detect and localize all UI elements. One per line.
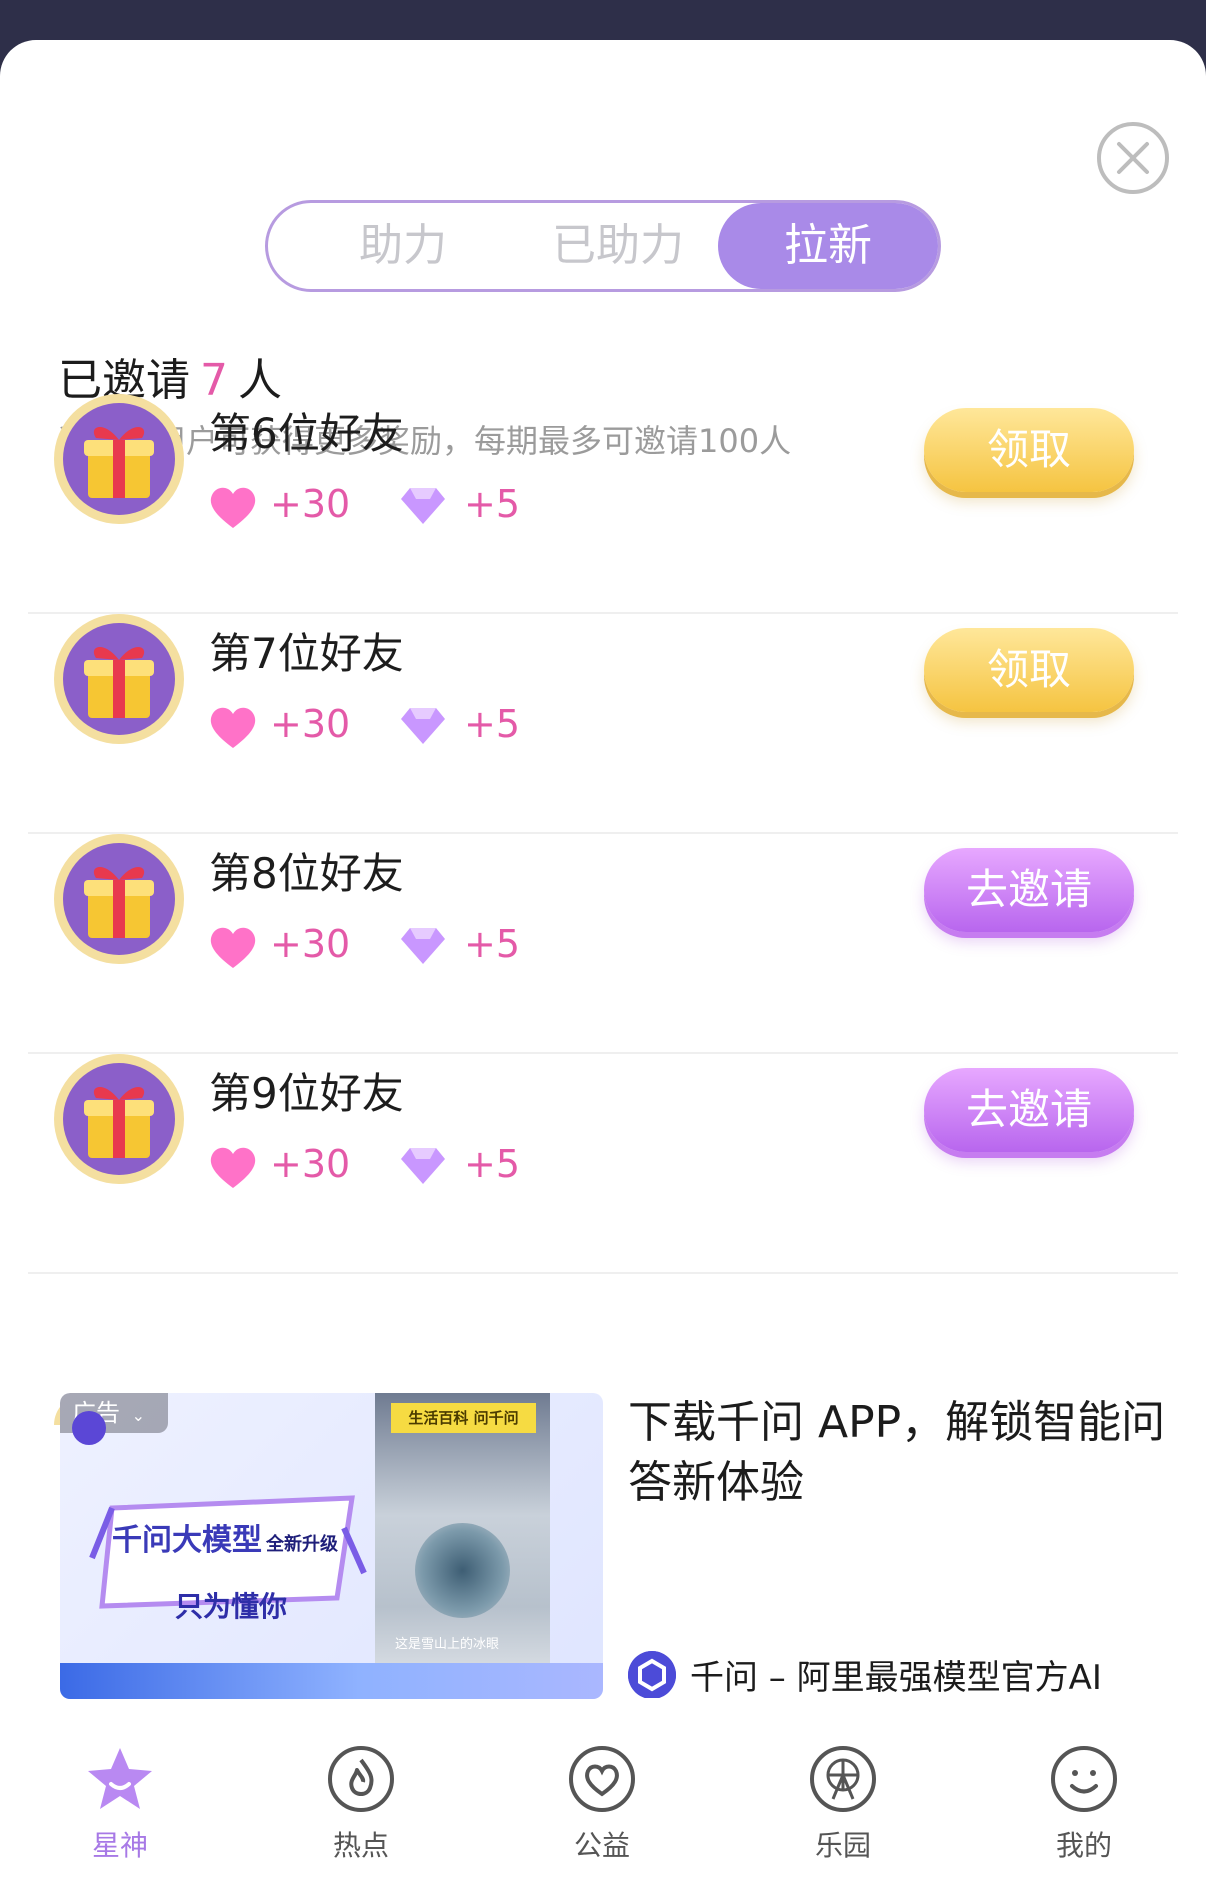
gift-icon [84,646,154,718]
claim-button[interactable]: 领取 [924,408,1134,492]
close-button[interactable] [1097,122,1169,194]
diamond-icon [401,488,445,524]
invite-button[interactable]: 去邀请 [924,848,1134,932]
gift-avatar [54,614,184,744]
ad-image-slogan: 只为懂你 [175,1590,288,1623]
reward-title: 第6位好友 [209,409,404,458]
tab-charity[interactable]: 公益 [522,1730,682,1870]
diamond-reward: +5 [464,702,521,746]
tab-helped[interactable]: 已助力 [498,203,738,289]
gift-avatar [54,1054,184,1184]
tab-hot[interactable]: 热点 [281,1730,441,1870]
ice-hole [415,1523,510,1618]
ad-source[interactable]: 千问 – 阿里最强模型官方AI [628,1650,1148,1698]
tab-xingshen[interactable]: 星神 [40,1730,200,1870]
diamond-icon [401,708,445,744]
tab-mine[interactable]: 我的 [1004,1730,1164,1870]
reward-title: 第7位好友 [209,629,404,678]
reward-row: 第8位好友 +30 +5 去邀请 [28,834,1178,1054]
tab-help[interactable]: 助力 [308,203,498,289]
heart-icon [569,1746,635,1812]
ad-photo-ice: 生活百科 问千问 这是雪山上的冰眼 [375,1393,550,1699]
invite-button[interactable]: 去邀请 [924,1068,1134,1152]
heart-icon [210,487,256,528]
heart-reward: +30 [270,702,351,746]
ferris-wheel-icon [810,1746,876,1812]
tab-invite-new[interactable]: 拉新 [718,203,938,289]
flame-icon [328,1746,394,1812]
qianwen-logo-icon [72,1411,106,1445]
segmented-control: 助力 已助力 拉新 [265,200,941,292]
gift-avatar [54,834,184,964]
ad-image[interactable]: 千问大模型全新升级 只为懂你 生活百科 问千问 这是雪山上的冰眼 广告 ⌄ [60,1393,603,1699]
star-icon [88,1748,152,1809]
heart-reward: +30 [270,1142,351,1186]
claim-button[interactable]: 领取 [924,628,1134,712]
gift-avatar [54,394,184,524]
heart-icon [210,927,256,968]
reward-title: 第8位好友 [209,849,404,898]
ad-image-bottom-bar [60,1663,603,1699]
ad-title[interactable]: 下载千问 APP，解锁智能问答新体验 [628,1393,1168,1513]
diamond-reward: +5 [464,482,521,526]
diamond-icon [401,1148,445,1184]
smiley-icon [1051,1746,1117,1812]
close-icon [1117,142,1149,174]
heart-reward: +30 [270,922,351,966]
reward-row: 第9位好友 +30 +5 去邀请 [28,1054,1178,1274]
qianwen-logo-icon [628,1650,676,1698]
chevron-down-icon: ⌄ [131,1406,146,1425]
bottom-tab-bar: 星神 热点 公益 乐园 我的 [0,1730,1206,1889]
tab-park[interactable]: 乐园 [763,1730,923,1870]
reward-row: 第6位好友 +30 +5 领取 [28,394,1178,614]
gift-icon [84,426,154,498]
ad-photo-tag: 生活百科 问千问 [391,1403,536,1433]
reward-row: 第7位好友 +30 +5 领取 [28,614,1178,834]
diamond-reward: +5 [464,922,521,966]
ad-photo-caption: 这是雪山上的冰眼 [395,1637,500,1652]
gift-icon [84,866,154,938]
row-divider [28,1272,1178,1274]
ad-image-headline: 千问大模型 全新升级 [112,1523,338,1558]
reward-title: 第9位好友 [209,1069,404,1118]
gift-icon [84,1086,154,1158]
diamond-reward: +5 [464,1142,521,1186]
heart-icon [210,1147,256,1188]
diamond-icon [401,928,445,964]
heart-icon [210,707,256,748]
heart-reward: +30 [270,482,351,526]
